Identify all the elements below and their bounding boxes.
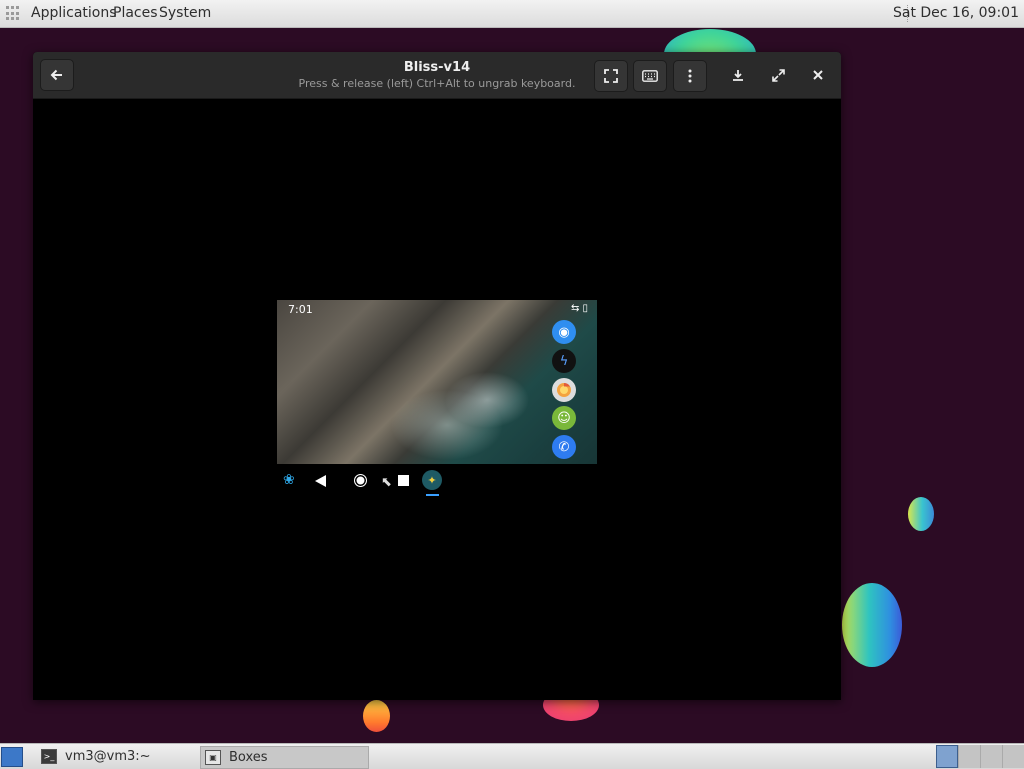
- close-button[interactable]: [802, 60, 834, 90]
- browser-icon[interactable]: [552, 378, 576, 402]
- top-panel: Applications Places System Sat Dec 16, 0…: [0, 0, 1024, 28]
- decorative-blob: [908, 497, 934, 531]
- mouse-pointer-icon: ⬉: [381, 475, 392, 490]
- task-label: vm3@vm3:~: [65, 749, 151, 764]
- boxes-window: Bliss-v14 Press & release (left) Ctrl+Al…: [33, 52, 841, 700]
- flash-icon[interactable]: ϟ: [552, 349, 576, 373]
- window-title: Bliss-v14: [403, 60, 471, 75]
- terminal-icon: >_: [41, 749, 57, 764]
- keyboard-button[interactable]: [633, 60, 667, 92]
- workspace-4[interactable]: [1002, 745, 1024, 768]
- download-button[interactable]: [722, 60, 754, 90]
- window-headerbar: Bliss-v14 Press & release (left) Ctrl+Al…: [33, 52, 841, 99]
- menu-applications[interactable]: Applications: [31, 5, 117, 21]
- vertical-dots-icon: [688, 69, 692, 83]
- workspace-3[interactable]: [980, 745, 1003, 768]
- task-boxes[interactable]: ▣ Boxes: [200, 746, 369, 769]
- android-nav-bar: ❀ ⬉ ✦: [277, 468, 597, 498]
- battery-icon: ⇆ ▯: [570, 303, 588, 314]
- camera-icon[interactable]: ◉: [552, 320, 576, 344]
- decorative-blob: [363, 700, 390, 732]
- apps-grid-icon[interactable]: [6, 6, 21, 21]
- boxes-icon: ▣: [205, 750, 221, 765]
- android-status-time: 7:01: [288, 303, 313, 316]
- close-icon: [813, 70, 823, 80]
- running-app-indicator: [426, 494, 439, 496]
- clock-app-icon[interactable]: ✦: [422, 470, 442, 490]
- window-subtitle: Press & release (left) Ctrl+Alt to ungra…: [298, 77, 576, 90]
- menu-system[interactable]: System: [159, 5, 211, 21]
- lotus-launcher-icon[interactable]: ❀: [283, 472, 305, 488]
- download-icon: [733, 70, 743, 81]
- android-vm-screen[interactable]: 7:01 ⇆ ▯ ◉ ϟ ☺ ✆: [277, 300, 597, 464]
- task-terminal[interactable]: >_ vm3@vm3:~: [37, 746, 197, 767]
- menu-places[interactable]: Places: [113, 5, 158, 21]
- workspace-1[interactable]: [936, 745, 958, 768]
- phone-icon[interactable]: ✆: [552, 435, 576, 459]
- keyboard-icon: [642, 70, 658, 82]
- panel-clock[interactable]: Sat Dec 16, 09:01: [893, 5, 1019, 21]
- home-circle-icon[interactable]: [354, 474, 367, 487]
- browser-logo-icon: [557, 383, 571, 397]
- bottom-taskbar: >_ vm3@vm3:~ ▣ Boxes: [0, 743, 1024, 769]
- menu-button[interactable]: [673, 60, 707, 92]
- back-triangle-icon[interactable]: [315, 475, 326, 487]
- task-label: Boxes: [229, 750, 268, 765]
- recents-square-icon[interactable]: [398, 475, 409, 486]
- fullscreen-icon: [604, 69, 618, 83]
- decorative-blob: [842, 583, 902, 667]
- messages-icon[interactable]: ☺: [552, 406, 576, 430]
- fullscreen-button[interactable]: [594, 60, 628, 92]
- expand-icon: [771, 68, 785, 82]
- workspace-2[interactable]: [958, 745, 981, 768]
- show-desktop-icon[interactable]: [1, 747, 23, 767]
- maximize-button[interactable]: [762, 60, 794, 90]
